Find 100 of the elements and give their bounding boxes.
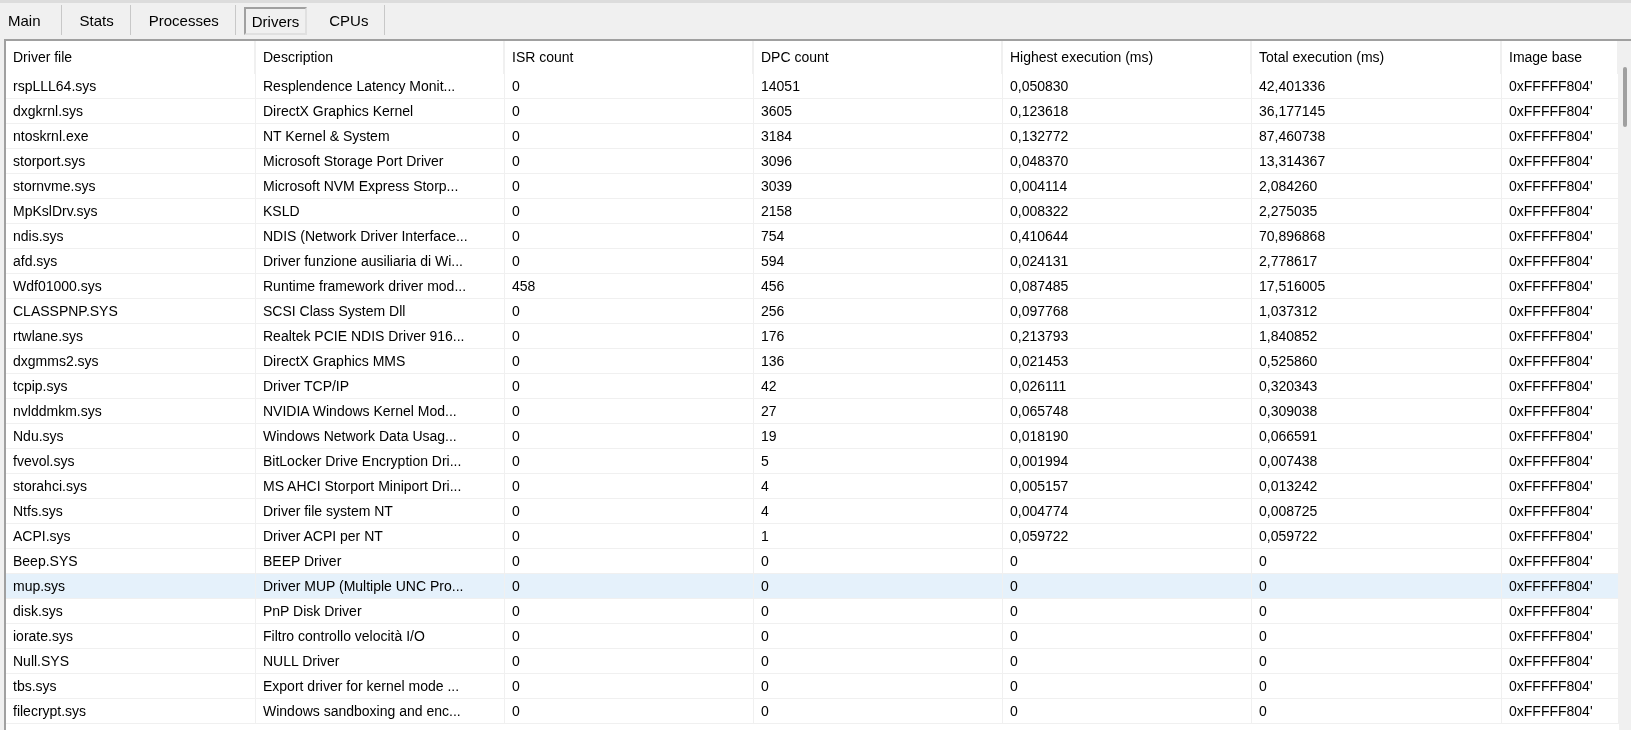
table-cell: 0 (754, 649, 1003, 673)
tab[interactable]: CPUs (313, 5, 386, 35)
table-cell: ntoskrnl.exe (6, 124, 256, 148)
table-row[interactable]: ntoskrnl.exe NT Kernel & System 0 3184 0,132772 87,460738 0xFFFFF804' (6, 124, 1619, 149)
table-cell: 0 (754, 549, 1003, 573)
table-cell: 0 (505, 124, 754, 148)
table-cell: 0,309038 (1252, 399, 1502, 423)
table-cell: 0 (1003, 624, 1252, 648)
table-cell: Driver ACPI per NT (256, 524, 505, 548)
selected-table-row[interactable]: mup.sys Driver MUP (Multiple UNC Pro... 0 0 0 0 0xFFFFF804' (6, 574, 1619, 599)
table-cell: 0 (1252, 624, 1502, 648)
table-row[interactable]: filecrypt.sys Windows sandboxing and enc... 0 0 0 0 0xFFFFF804' (6, 699, 1619, 724)
table-cell: Driver MUP (Multiple UNC Pro... (256, 574, 505, 598)
table-cell: 0,007438 (1252, 449, 1502, 473)
tab[interactable]: Drivers (243, 7, 308, 35)
column-header[interactable]: Highest execution (ms) (1003, 41, 1252, 74)
table-row[interactable]: dxgmms2.sys DirectX Graphics MMS 0 136 0,021453 0,525860 0xFFFFF804' (6, 349, 1619, 374)
table-row[interactable]: Wdf01000.sys Runtime framework driver mod... 458 456 0,087485 17,516005 0xFFFFF804' (6, 274, 1619, 299)
table-row[interactable]: ACPI.sys Driver ACPI per NT 0 1 0,059722 0,059722 0xFFFFF804' (6, 524, 1619, 549)
table-cell: disk.sys (6, 599, 256, 623)
table-cell: KSLD (256, 199, 505, 223)
table-row[interactable]: Ndu.sys Windows Network Data Usag... 0 19 0,018190 0,066591 0xFFFFF804' (6, 424, 1619, 449)
table-cell: MpKslDrv.sys (6, 199, 256, 223)
table-cell: storahci.sys (6, 474, 256, 498)
table-cell: 0,048370 (1003, 149, 1252, 173)
table-row[interactable]: iorate.sys Filtro controllo velocità I/O 0 0 0 0 0xFFFFF804' (6, 624, 1619, 649)
table-cell: NT Kernel & System (256, 124, 505, 148)
table-cell: Resplendence Latency Monit... (256, 74, 505, 98)
table-cell: 0 (505, 149, 754, 173)
table-cell: 0,087485 (1003, 274, 1252, 298)
table-row[interactable]: MpKslDrv.sys KSLD 0 2158 0,008322 2,275035 0xFFFFF804' (6, 199, 1619, 224)
table-row[interactable]: fvevol.sys BitLocker Drive Encryption Dri... 0 5 0,001994 0,007438 0xFFFFF804' (6, 449, 1619, 474)
column-header[interactable]: Description (256, 41, 505, 74)
table-cell: fvevol.sys (6, 449, 256, 473)
tab[interactable]: Processes (132, 5, 236, 35)
table-cell: 0 (505, 474, 754, 498)
scrollbar[interactable] (1619, 41, 1631, 730)
table-row[interactable]: rtwlane.sys Realtek PCIE NDIS Driver 916... 0 176 0,213793 1,840852 0xFFFFF804' (6, 324, 1619, 349)
table-cell: 0,213793 (1003, 324, 1252, 348)
table-cell: 0 (1252, 649, 1502, 673)
column-header[interactable]: Driver file (6, 41, 256, 74)
table-cell: 136 (754, 349, 1003, 373)
table-row[interactable]: disk.sys PnP Disk Driver 0 0 0 0 0xFFFFF804' (6, 599, 1619, 624)
table-row[interactable]: afd.sys Driver funzione ausiliaria di Wi... 0 594 0,024131 2,778617 0xFFFFF804' (6, 249, 1619, 274)
table-cell: 0 (754, 699, 1003, 723)
table-cell: afd.sys (6, 249, 256, 273)
tab[interactable]: Main (2, 5, 62, 35)
table-cell: Driver file system NT (256, 499, 505, 523)
table-cell: 0 (505, 374, 754, 398)
table-cell: 0,021453 (1003, 349, 1252, 373)
table-row[interactable]: dxgkrnl.sys DirectX Graphics Kernel 0 3605 0,123618 36,177145 0xFFFFF804' (6, 99, 1619, 124)
table-cell: 0,018190 (1003, 424, 1252, 448)
table-row[interactable]: storport.sys Microsoft Storage Port Driver 0 3096 0,048370 13,314367 0xFFFFF804' (6, 149, 1619, 174)
table-cell: 594 (754, 249, 1003, 273)
table-cell: Windows Network Data Usag... (256, 424, 505, 448)
table-cell: 0,123618 (1003, 99, 1252, 123)
column-header[interactable]: DPC count (754, 41, 1003, 74)
table-row[interactable]: Null.SYS NULL Driver 0 0 0 0 0xFFFFF804' (6, 649, 1619, 674)
table-row[interactable]: storahci.sys MS AHCI Storport Miniport Dri... 0 4 0,005157 0,013242 0xFFFFF804' (6, 474, 1619, 499)
table-cell: 0,004114 (1003, 174, 1252, 198)
tab[interactable]: Stats (63, 5, 131, 35)
table-cell: 3039 (754, 174, 1003, 198)
table-row[interactable]: nvlddmkm.sys NVIDIA Windows Kernel Mod... 0 27 0,065748 0,309038 0xFFFFF804' (6, 399, 1619, 424)
column-header[interactable]: ISR count (505, 41, 754, 74)
table-row[interactable]: tbs.sys Export driver for kernel mode ... 0 0 0 0 0xFFFFF804' (6, 674, 1619, 699)
table-cell: Realtek PCIE NDIS Driver 916... (256, 324, 505, 348)
table-cell: rtwlane.sys (6, 324, 256, 348)
table-cell: 0 (505, 224, 754, 248)
table-cell: 0 (754, 574, 1003, 598)
table-cell: dxgmms2.sys (6, 349, 256, 373)
table-row[interactable]: ndis.sys NDIS (Network Driver Interface... 0 754 0,410644 70,896868 0xFFFFF804' (6, 224, 1619, 249)
table-cell: 0 (1252, 574, 1502, 598)
table-cell: Wdf01000.sys (6, 274, 256, 298)
table-row[interactable]: tcpip.sys Driver TCP/IP 0 42 0,026111 0,320343 0xFFFFF804' (6, 374, 1619, 399)
column-header[interactable]: Total execution (ms) (1252, 41, 1502, 74)
table-cell: 0 (505, 424, 754, 448)
table-cell: 0 (754, 624, 1003, 648)
table-row[interactable]: Ntfs.sys Driver file system NT 0 4 0,004774 0,008725 0xFFFFF804' (6, 499, 1619, 524)
table-cell: DirectX Graphics Kernel (256, 99, 505, 123)
table-cell: 0 (505, 174, 754, 198)
table-cell: 0 (505, 249, 754, 273)
table-cell: BitLocker Drive Encryption Dri... (256, 449, 505, 473)
scrollbar-thumb[interactable] (1623, 67, 1627, 127)
table-cell: Windows sandboxing and enc... (256, 699, 505, 723)
table-row[interactable]: CLASSPNP.SYS SCSI Class System Dll 0 256 0,097768 1,037312 0xFFFFF804' (6, 299, 1619, 324)
table-cell: 3184 (754, 124, 1003, 148)
table-cell: CLASSPNP.SYS (6, 299, 256, 323)
table-cell: 0 (505, 599, 754, 623)
table-cell: 27 (754, 399, 1003, 423)
table-cell: Runtime framework driver mod... (256, 274, 505, 298)
table-cell: 0 (505, 349, 754, 373)
table-cell: 0 (505, 199, 754, 223)
table-cell: 0,059722 (1252, 524, 1502, 548)
table-cell: 0 (1003, 574, 1252, 598)
table-row[interactable]: stornvme.sys Microsoft NVM Express Storp... 0 3039 0,004114 2,084260 0xFFFFF804' (6, 174, 1619, 199)
table-row[interactable]: rspLLL64.sys Resplendence Latency Monit... 0 14051 0,050830 42,401336 0xFFFFF804' (6, 74, 1619, 99)
table-cell: 0 (1003, 649, 1252, 673)
table-cell: 0 (505, 674, 754, 698)
table-cell: Driver funzione ausiliaria di Wi... (256, 249, 505, 273)
table-cell: 1,840852 (1252, 324, 1502, 348)
